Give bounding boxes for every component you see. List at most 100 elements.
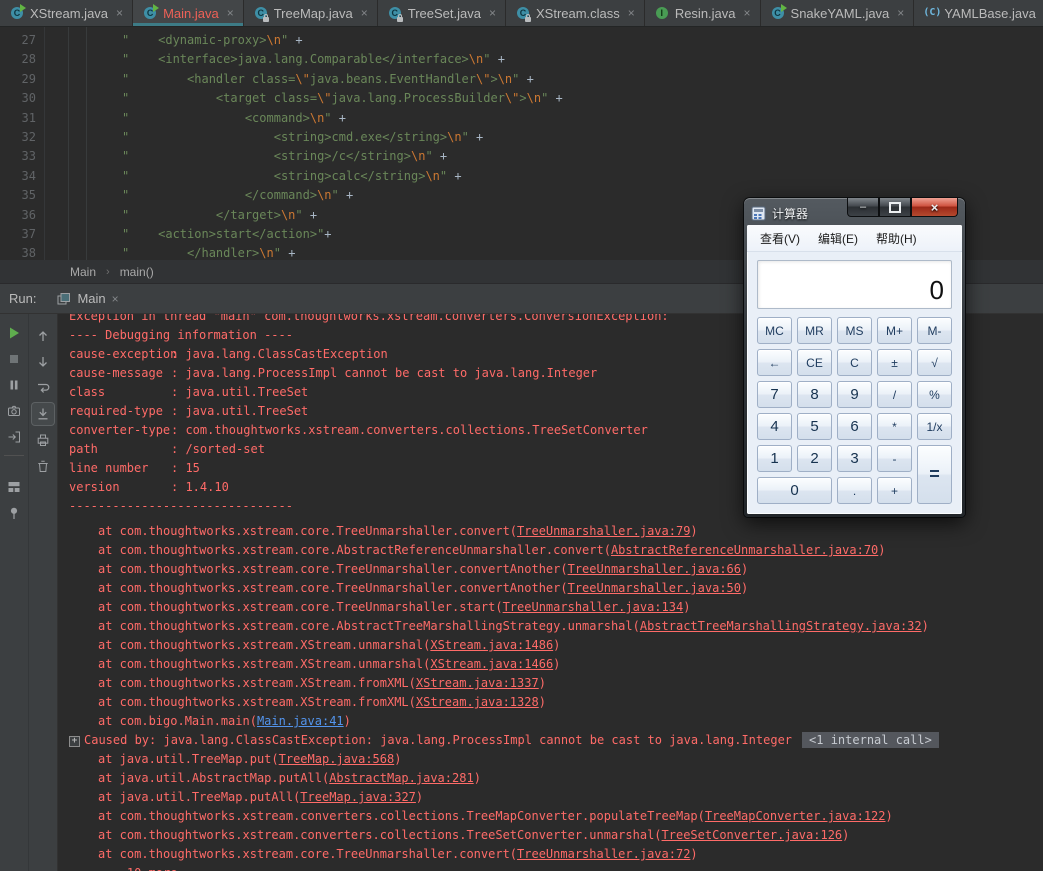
calc-key-0[interactable]: 0 [757,477,832,504]
calc-key-1[interactable]: 1 [757,445,792,472]
console-line: at com.thoughtworks.xstream.core.Abstrac… [98,619,929,633]
calc-key-±[interactable]: ± [877,349,912,376]
editor-tab-Main.java[interactable]: C Main.java × [133,0,244,26]
stacktrace-link[interactable]: AbstractTreeMarshallingStrategy.java:32 [640,619,922,633]
calc-key-8[interactable]: 8 [797,381,832,408]
maximize-button[interactable] [879,198,911,217]
stacktrace-link[interactable]: TreeUnmarshaller.java:50 [568,581,741,595]
calc-key-=[interactable]: = [917,445,952,504]
line-number: 30 [21,91,36,105]
stacktrace-link[interactable]: Main.java:41 [257,714,344,728]
calc-key-3[interactable]: 3 [837,445,872,472]
run-tab-close-icon[interactable]: × [112,292,119,306]
stacktrace-link[interactable]: AbstractMap.java:281 [329,771,474,785]
minimize-button[interactable]: – [847,198,879,217]
calc-key-9[interactable]: 9 [837,381,872,408]
console-line: at com.thoughtworks.xstream.converters.c… [98,828,850,842]
scroll-to-end-button[interactable] [32,403,54,425]
calc-key-1/x[interactable]: 1/x [917,413,952,440]
pause-icon [10,380,18,390]
calc-key-.[interactable]: . [837,477,872,504]
screenshot-button[interactable] [3,400,25,422]
calc-key-MC[interactable]: MC [757,317,792,344]
tab-close-icon[interactable]: × [628,6,635,20]
stacktrace-link[interactable]: XStream.java:1466 [430,657,553,671]
calc-key-5[interactable]: 5 [797,413,832,440]
stacktrace-link[interactable]: TreeMap.java:568 [279,752,395,766]
run-tab-main[interactable]: Main × [57,291,119,306]
tab-close-icon[interactable]: × [489,6,496,20]
calc-key-2[interactable]: 2 [797,445,832,472]
stacktrace-link[interactable]: TreeMap.java:327 [300,790,416,804]
rerun-button[interactable] [3,322,25,344]
stacktrace-link[interactable]: TreeMapConverter.java:122 [705,809,886,823]
tab-close-icon[interactable]: × [116,6,123,20]
stacktrace-link[interactable]: XStream.java:1328 [416,695,539,709]
code-line: 29 " <handler class=\"java.beans.EventHan… [0,70,1043,89]
expand-icon[interactable]: + [69,736,80,747]
tab-close-icon[interactable]: × [897,6,904,20]
editor-tab-Resin.java[interactable]: I Resin.java × [645,0,761,26]
print-icon [37,434,49,446]
run-toolbar-left [0,314,29,871]
stop-icon [10,355,18,363]
breadcrumb-method[interactable]: main() [120,265,154,279]
tab-label: Main.java [163,5,219,21]
breadcrumb-class[interactable]: Main [70,265,96,279]
calc-key-MR[interactable]: MR [797,317,832,344]
up-stack-button[interactable] [32,325,54,347]
calc-key-%[interactable]: % [917,381,952,408]
editor-tab-YAMLBase.java[interactable]: (C)YAMLBase.java× [914,0,1043,26]
calc-key-7[interactable]: 7 [757,381,792,408]
restore-layout-icon [8,482,20,492]
soft-wrap-button[interactable] [32,377,54,399]
scroll-to-end-icon [38,408,48,420]
stacktrace-link[interactable]: TreeUnmarshaller.java:79 [517,524,690,538]
calc-key-+[interactable]: + [877,477,912,504]
menu-edit[interactable]: 编辑(E) [809,228,867,249]
stacktrace-link[interactable]: TreeUnmarshaller.java:66 [568,562,741,576]
menu-help[interactable]: 帮助(H) [867,228,926,249]
editor-tab-TreeMap.java[interactable]: C TreeMap.java × [244,0,378,26]
calculator-titlebar[interactable]: 计算器 – × [747,198,962,225]
restore-layout-button[interactable] [3,476,25,498]
calc-key-C[interactable]: C [837,349,872,376]
stacktrace-link[interactable]: TreeUnmarshaller.java:72 [517,847,690,861]
stacktrace-link[interactable]: TreeUnmarshaller.java:134 [503,600,684,614]
calc-key-←[interactable]: ← [757,349,792,376]
stacktrace-link[interactable]: XStream.java:1486 [430,638,553,652]
calculator-window[interactable]: 计算器 – × 查看(V) 编辑(E) 帮助(H) 0 MC MR MS M+ M- ← C… [744,198,965,517]
calc-key-*[interactable]: * [877,413,912,440]
pin-button[interactable] [3,502,25,524]
calc-key-CE[interactable]: CE [797,349,832,376]
calc-key-MS[interactable]: MS [837,317,872,344]
calc-key-/[interactable]: / [877,381,912,408]
editor-tab-XStream.java[interactable]: C XStream.java × [0,0,134,26]
editor-tab-SnakeYAML.java[interactable]: C SnakeYAML.java × [761,0,915,26]
chevron-right-icon: › [106,265,110,278]
stacktrace-link[interactable]: TreeSetConverter.java:126 [662,828,843,842]
calc-key-M-[interactable]: M- [917,317,952,344]
console-line: at com.thoughtworks.xstream.core.TreeUnm… [98,600,691,614]
stacktrace-link[interactable]: AbstractReferenceUnmarshaller.java:70 [611,543,878,557]
editor-tab-XStream.class[interactable]: C XStream.class × [506,0,645,26]
exit-button[interactable] [3,426,25,448]
tab-close-icon[interactable]: × [361,6,368,20]
stacktrace-link[interactable]: XStream.java:1337 [416,676,539,690]
print-button[interactable] [32,429,54,451]
clear-button[interactable] [32,455,54,477]
tab-close-icon[interactable]: × [227,6,234,20]
tab-close-icon[interactable]: × [744,6,751,20]
calc-key-√[interactable]: √ [917,349,952,376]
stop-button[interactable] [3,348,25,370]
close-button[interactable]: × [911,198,958,217]
tab-label: YAMLBase.java [944,5,1036,21]
calc-key--[interactable]: - [877,445,912,472]
calc-key-M+[interactable]: M+ [877,317,912,344]
calc-key-4[interactable]: 4 [757,413,792,440]
down-stack-button[interactable] [32,351,54,373]
calc-key-6[interactable]: 6 [837,413,872,440]
pause-button[interactable] [3,374,25,396]
editor-tab-TreeSet.java[interactable]: C TreeSet.java × [378,0,506,26]
menu-view[interactable]: 查看(V) [751,228,809,249]
